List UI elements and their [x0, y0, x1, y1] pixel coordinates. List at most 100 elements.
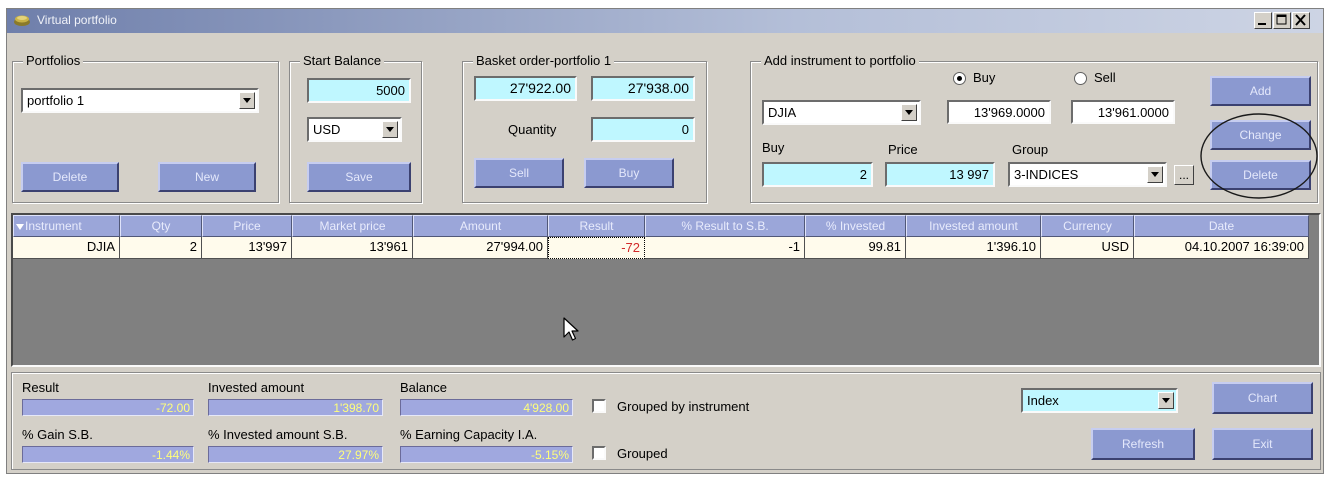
minimize-icon — [1258, 23, 1266, 25]
col-invested-amount-header[interactable]: Invested amount — [906, 215, 1041, 237]
title-bar[interactable]: Virtual portfolio — [7, 9, 1323, 33]
grouped-by-instrument-label: Grouped by instrument — [617, 399, 750, 414]
cell-qty: 2 — [120, 237, 202, 259]
chevron-down-icon — [243, 98, 251, 103]
col-result-header[interactable]: Result — [548, 215, 645, 237]
balance-value: 4'928.00 — [400, 399, 573, 416]
buy-amount-input[interactable]: 2 — [762, 162, 873, 187]
cell-price: 13'997 — [202, 237, 292, 259]
start-balance-group: Start Balance 5000 USD Save — [289, 53, 422, 203]
basket-order-legend: Basket order-portfolio 1 — [473, 53, 615, 69]
new-portfolio-button[interactable]: New — [158, 162, 256, 192]
add-instrument-group: Add instrument to portfolio DJIA Buy Sel… — [750, 53, 1318, 203]
grouped-checkbox[interactable] — [592, 446, 606, 460]
cell-date: 04.10.2007 16:39:00 — [1134, 237, 1309, 259]
group-select-value: 3-INDICES — [1014, 167, 1079, 182]
chart-type-dropdown-arrow[interactable] — [1158, 392, 1174, 409]
balance-label: Balance — [400, 380, 447, 395]
buy-radio[interactable] — [953, 72, 966, 85]
cell-result-sb: -1 — [645, 237, 805, 259]
chevron-down-icon — [386, 127, 394, 132]
instrument-select-value: DJIA — [768, 105, 797, 120]
col-result-sb-header[interactable]: % Result to S.B. — [645, 215, 805, 237]
group-select[interactable]: 3-INDICES — [1008, 162, 1167, 187]
col-invested-pct-header[interactable]: % Invested — [805, 215, 906, 237]
cell-currency: USD — [1041, 237, 1134, 259]
portfolio-dropdown-arrow[interactable] — [239, 92, 255, 109]
add-instrument-button[interactable]: Add — [1210, 76, 1311, 106]
chart-type-value: Index — [1027, 393, 1059, 408]
col-amount-header[interactable]: Amount — [413, 215, 548, 237]
cell-market-price: 13'961 — [292, 237, 413, 259]
refresh-button[interactable]: Refresh — [1091, 428, 1195, 460]
col-market-price-header[interactable]: Market price — [292, 215, 413, 237]
table-header: Instrument Qty Price Market price Amount… — [13, 215, 1309, 237]
chevron-down-icon — [905, 110, 913, 115]
buy-radio-label: Buy — [973, 70, 996, 85]
sell-quote-field: 13'961.0000 — [1071, 100, 1175, 124]
sell-radio[interactable] — [1074, 72, 1087, 85]
invested-amount-label: Invested amount — [208, 380, 305, 395]
highlight-circle — [1200, 113, 1318, 199]
result-value: -72.00 — [22, 399, 194, 416]
virtual-portfolio-window: Virtual portfolio Portfolios portfolio 1… — [6, 8, 1324, 474]
buy-quote-field: 13'969.0000 — [947, 100, 1051, 124]
chart-type-select[interactable]: Index — [1021, 388, 1178, 413]
sort-arrow-icon — [16, 224, 24, 230]
window-title: Virtual portfolio — [37, 13, 117, 27]
mouse-cursor-icon — [563, 317, 579, 341]
maximize-button[interactable] — [1273, 12, 1291, 29]
cell-result[interactable]: -72 — [548, 237, 645, 259]
sell-basket-button[interactable]: Sell — [474, 158, 564, 188]
table-row[interactable]: DJIA 2 13'997 13'961 27'994.00 -72 -1 99… — [13, 237, 1309, 259]
earning-capacity-value: -5.15% — [400, 446, 573, 463]
invested-sb-label: % Invested amount S.B. — [208, 427, 348, 442]
result-label: Result — [22, 380, 59, 395]
col-currency-header[interactable]: Currency — [1041, 215, 1134, 237]
buy-amount-label: Buy — [762, 140, 785, 155]
close-icon — [1295, 14, 1306, 26]
col-price-header[interactable]: Price — [202, 215, 292, 237]
invested-amount-value: 1'398.70 — [208, 399, 383, 416]
maximize-icon — [1276, 14, 1287, 25]
start-balance-input[interactable]: 5000 — [307, 78, 411, 103]
save-balance-button[interactable]: Save — [307, 162, 411, 192]
buy-basket-button[interactable]: Buy — [584, 158, 674, 188]
portfolio-select[interactable]: portfolio 1 — [21, 88, 259, 113]
chevron-down-icon — [1162, 398, 1170, 403]
coins-icon — [14, 15, 30, 26]
col-date-header[interactable]: Date — [1134, 215, 1309, 237]
minimize-button[interactable] — [1254, 12, 1272, 29]
instrument-dropdown-arrow[interactable] — [901, 104, 917, 121]
portfolios-group: Portfolios portfolio 1 Delete New — [12, 53, 279, 203]
cell-invested-amount: 1'396.10 — [906, 237, 1041, 259]
chevron-down-icon — [1151, 172, 1159, 177]
group-browse-button[interactable]: ... — [1174, 165, 1194, 185]
price-input[interactable]: 13 997 — [885, 162, 995, 187]
group-dropdown-arrow[interactable] — [1147, 166, 1163, 183]
start-balance-legend: Start Balance — [300, 53, 385, 69]
quantity-input[interactable]: 0 — [591, 117, 695, 142]
cell-instrument: DJIA — [13, 237, 120, 259]
basket-order-group: Basket order-portfolio 1 27'922.00 27'93… — [462, 53, 707, 203]
positions-table: Instrument Qty Price Market price Amount… — [11, 213, 1321, 367]
gain-sb-value: -1.44% — [22, 446, 194, 463]
exit-button[interactable]: Exit — [1212, 428, 1313, 460]
cell-amount: 27'994.00 — [413, 237, 548, 259]
grouped-by-instrument-checkbox[interactable] — [592, 399, 606, 413]
instrument-select[interactable]: DJIA — [762, 100, 921, 125]
portfolios-legend: Portfolios — [23, 53, 84, 69]
add-instrument-legend: Add instrument to portfolio — [761, 53, 919, 69]
gain-sb-label: % Gain S.B. — [22, 427, 93, 442]
delete-portfolio-button[interactable]: Delete — [21, 162, 119, 192]
col-instrument-header[interactable]: Instrument — [13, 215, 120, 237]
chart-button[interactable]: Chart — [1212, 382, 1313, 414]
basket-price-a: 27'922.00 — [474, 76, 577, 101]
currency-dropdown-arrow[interactable] — [382, 121, 398, 138]
portfolio-select-value: portfolio 1 — [27, 93, 85, 108]
col-qty-header[interactable]: Qty — [120, 215, 202, 237]
cell-invested-pct: 99.81 — [805, 237, 906, 259]
quantity-label: Quantity — [508, 122, 557, 137]
currency-select[interactable]: USD — [307, 117, 402, 142]
close-button[interactable] — [1292, 12, 1310, 29]
